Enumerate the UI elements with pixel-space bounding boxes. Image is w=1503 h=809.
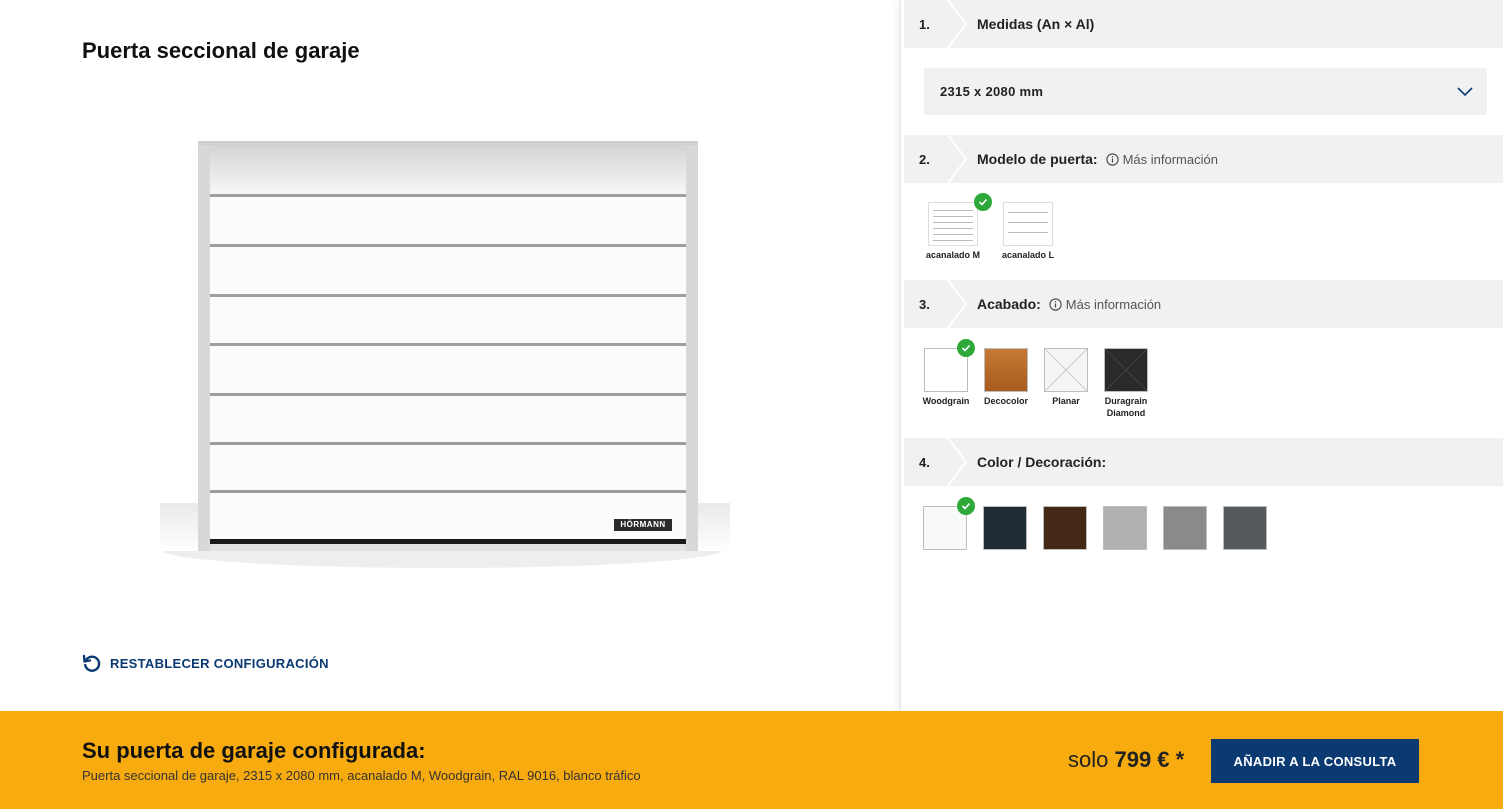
model-option-acanalado-l[interactable]: acanalado L xyxy=(998,202,1058,261)
size-value: 2315 x 2080 mm xyxy=(940,84,1044,99)
preview-panel: Puerta seccional de garaje HÖRMANN RESTA… xyxy=(0,0,900,711)
finish-label: Decocolor xyxy=(983,396,1028,406)
step-title: Color / Decoración: xyxy=(977,454,1107,470)
reset-label: RESTABLECER CONFIGURACIÓN xyxy=(110,655,329,671)
check-icon xyxy=(957,497,975,515)
finish-option-planar[interactable]: Planar xyxy=(1041,348,1091,407)
color-swatch-light-grey[interactable] xyxy=(1103,506,1147,550)
finish-label: Planar xyxy=(1052,396,1080,406)
finish-label: Woodgrain xyxy=(922,396,970,406)
size-dropdown[interactable]: 2315 x 2080 mm xyxy=(924,68,1487,115)
step-chevron-icon xyxy=(947,438,968,486)
step-title: Medidas (An × Al) xyxy=(977,16,1095,32)
model-label: acanalado M xyxy=(925,250,981,260)
reset-configuration-button[interactable]: RESTABLECER CONFIGURACIÓN xyxy=(82,653,329,673)
step-color-header[interactable]: 4. Color / Decoración: xyxy=(904,438,1503,486)
more-info-label: Más información xyxy=(1122,151,1218,167)
price-prefix: solo xyxy=(1068,747,1109,772)
step-number: 1. xyxy=(919,16,930,32)
door-preview: HÖRMANN xyxy=(150,135,740,575)
step-number: 2. xyxy=(919,151,930,167)
color-swatch xyxy=(1103,506,1147,550)
chevron-down-icon xyxy=(1457,86,1473,96)
reset-icon xyxy=(82,654,101,672)
color-swatch-white[interactable] xyxy=(923,497,975,550)
step-chevron-icon xyxy=(947,135,968,183)
finish-swatch xyxy=(1044,348,1088,392)
price-suffix: * xyxy=(1175,747,1185,772)
garage-door-image xyxy=(160,141,730,568)
color-swatch-grey[interactable] xyxy=(1163,506,1207,550)
finish-option-woodgrain[interactable]: Woodgrain xyxy=(921,339,975,407)
model-thumbnail xyxy=(1003,202,1053,246)
step-finish-header[interactable]: 3. Acabado: Más información xyxy=(904,280,1503,328)
color-swatch xyxy=(1163,506,1207,550)
finish-option-duragrain-diamond[interactable]: Duragrain Diamond xyxy=(1101,348,1151,419)
color-swatch-brown[interactable] xyxy=(1043,506,1087,550)
more-info-link[interactable]: Más información xyxy=(1049,297,1161,312)
step-title: Acabado: xyxy=(977,296,1041,312)
finish-swatch xyxy=(984,348,1028,392)
more-info-label: Más información xyxy=(1065,296,1162,312)
info-icon xyxy=(1105,152,1119,166)
summary-title: Su puerta de garaje configurada: xyxy=(82,738,426,763)
step-model-header[interactable]: 2. Modelo de puerta: Más información xyxy=(904,135,1503,183)
color-swatch xyxy=(983,506,1027,550)
finish-swatch xyxy=(1104,348,1148,392)
step-dimensions-header[interactable]: 1. Medidas (An × Al) xyxy=(904,0,1503,48)
finish-label: Duragrain Diamond xyxy=(1104,396,1148,418)
summary-bar: Su puerta de garaje configurada: Puerta … xyxy=(0,711,1503,809)
color-swatch-dark-grey[interactable] xyxy=(1223,506,1267,550)
model-option-acanalado-m[interactable]: acanalado M xyxy=(923,193,992,261)
step-number: 3. xyxy=(919,296,930,312)
finish-option-decocolor[interactable]: Decocolor xyxy=(981,348,1031,407)
info-icon xyxy=(1049,297,1062,311)
check-icon xyxy=(957,339,975,357)
model-label: acanalado L xyxy=(1001,250,1055,260)
step-title: Modelo de puerta: xyxy=(977,151,1098,167)
color-swatch xyxy=(1043,506,1087,550)
model-thumbnail xyxy=(928,202,978,246)
color-swatch xyxy=(1223,506,1267,550)
add-to-inquiry-button[interactable]: AÑADIR A LA CONSULTA xyxy=(1211,739,1419,783)
door-brand-label: HÖRMANN xyxy=(620,520,666,529)
more-info-link[interactable]: Más información xyxy=(1105,151,1218,167)
summary-description: Puerta seccional de garaje, 2315 x 2080 … xyxy=(82,768,641,783)
color-swatch-anthracite-green[interactable] xyxy=(983,506,1027,550)
page-title: Puerta seccional de garaje xyxy=(82,38,360,63)
price-value: 799 € xyxy=(1114,747,1170,772)
step-chevron-icon xyxy=(947,0,968,48)
price: solo 799 € * xyxy=(1068,747,1184,773)
check-icon xyxy=(974,193,992,211)
step-chevron-icon xyxy=(947,280,968,328)
configurator-panel: 1. Medidas (An × Al) 2315 x 2080 mm 2. M… xyxy=(900,0,1503,711)
step-number: 4. xyxy=(919,454,930,470)
